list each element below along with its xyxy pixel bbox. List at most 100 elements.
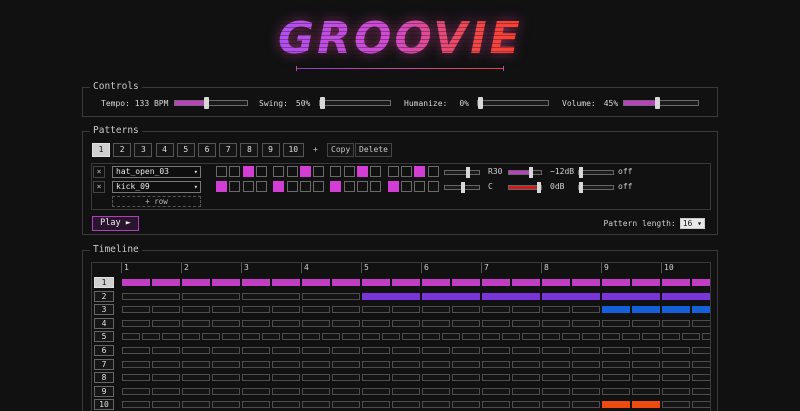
timeline-slot[interactable] [662,292,710,300]
timeline-slot[interactable] [302,387,330,395]
timeline-slot[interactable] [362,292,420,300]
timeline-slot[interactable] [182,306,210,314]
step-cell[interactable] [414,166,426,177]
timeline-slot[interactable] [572,319,600,327]
humanize-slider-thumb[interactable] [478,97,483,109]
instrument-select[interactable]: kick_09 ▾ [112,181,201,193]
fx-slider[interactable] [578,182,614,193]
timeline-slot[interactable] [692,279,710,286]
timeline-slot[interactable] [332,319,360,327]
timeline-slot[interactable] [122,387,150,395]
timeline-slot[interactable] [692,319,710,327]
timeline-slot[interactable] [572,360,600,368]
timeline-slot[interactable] [572,387,600,395]
timeline-slot[interactable] [272,387,300,395]
timeline-slot[interactable] [622,333,640,341]
timeline-slot[interactable] [302,401,330,409]
timeline-slot[interactable] [392,387,420,395]
delete-pattern-button[interactable]: Delete [355,143,392,157]
step-cell[interactable] [229,181,241,192]
timeline-slot[interactable] [692,387,710,395]
timeline-slot[interactable] [542,333,560,341]
timeline-slot[interactable] [512,387,540,395]
timeline-slot[interactable] [542,387,570,395]
timeline-slot[interactable] [542,319,570,327]
timeline-slot[interactable] [562,333,580,341]
timeline-slot[interactable] [272,347,300,354]
timeline-slot[interactable] [632,319,660,327]
timeline-slot[interactable] [332,306,360,314]
step-cell[interactable] [313,181,325,192]
timeline-slot[interactable] [272,306,300,314]
timeline-slot[interactable] [202,333,220,341]
step-cell[interactable] [255,181,267,192]
timeline-slot[interactable] [382,333,400,341]
instrument-select[interactable]: hat_open_03 ▾ [112,166,201,178]
pattern-tab-1[interactable]: 1 [92,143,110,157]
timeline-slot[interactable] [212,360,240,368]
timeline-slot[interactable] [242,347,270,354]
timeline-slot[interactable] [442,333,460,341]
step-cell[interactable] [427,181,439,192]
timeline-slot[interactable] [152,319,180,327]
step-cell[interactable] [343,166,355,177]
timeline-slot[interactable] [152,360,180,368]
add-pattern-button[interactable]: + [309,143,322,157]
timeline-slot[interactable] [392,401,420,409]
step-cell[interactable] [229,166,241,177]
timeline-slot[interactable] [322,333,340,341]
step-cell[interactable] [400,181,412,192]
fx-slider-thumb[interactable] [579,167,583,178]
timeline-slot[interactable] [542,374,570,382]
timeline-slot[interactable] [602,374,630,382]
pan-slider[interactable] [444,182,480,193]
step-cell[interactable] [299,166,311,177]
timeline-slot[interactable] [512,401,540,409]
timeline-slot[interactable] [152,374,180,382]
timeline-slot[interactable] [242,279,270,286]
timeline-slot[interactable] [302,319,330,327]
track-label-4[interactable]: 4 [94,317,114,329]
timeline-slot[interactable] [362,387,390,395]
timeline-slot[interactable] [582,333,600,341]
track-label-6[interactable]: 6 [94,345,114,356]
timeline-slot[interactable] [602,319,630,327]
step-cell[interactable] [357,166,368,177]
timeline-slot[interactable] [572,279,600,286]
timeline-slot[interactable] [572,306,600,314]
remove-row-button[interactable]: × [93,166,105,178]
timeline-slot[interactable] [662,347,690,354]
step-cell[interactable] [330,166,342,177]
track-label-1[interactable]: 1 [94,277,114,288]
gain-slider[interactable] [508,167,542,178]
track-label-9[interactable]: 9 [94,385,114,397]
pattern-tab-4[interactable]: 4 [155,143,174,157]
timeline-slot[interactable] [512,374,540,382]
timeline-slot[interactable] [122,306,150,314]
timeline-slot[interactable] [572,374,600,382]
timeline-slot[interactable] [182,401,210,409]
track-label-3[interactable]: 3 [94,304,114,316]
play-button[interactable]: Play ► [92,216,139,231]
step-cell[interactable] [242,166,254,177]
step-cell[interactable] [370,181,382,192]
timeline-slot[interactable] [182,319,210,327]
timeline-slot[interactable] [362,347,390,354]
step-cell[interactable] [400,166,412,177]
timeline-slot[interactable] [632,360,660,368]
timeline-slot[interactable] [632,306,660,314]
timeline-slot[interactable] [212,319,240,327]
timeline-slot[interactable] [482,387,510,395]
timeline-slot[interactable] [662,401,690,409]
timeline-slot[interactable] [212,374,240,382]
timeline-slot[interactable] [392,279,420,286]
fx-slider[interactable] [578,167,614,178]
timeline-slot[interactable] [482,374,510,382]
timeline-slot[interactable] [512,347,540,354]
timeline-slot[interactable] [452,319,480,327]
timeline-slot[interactable] [362,319,390,327]
timeline-slot[interactable] [662,387,690,395]
timeline-slot[interactable] [122,374,150,382]
gain-slider[interactable] [508,182,542,193]
timeline-slot[interactable] [482,319,510,327]
